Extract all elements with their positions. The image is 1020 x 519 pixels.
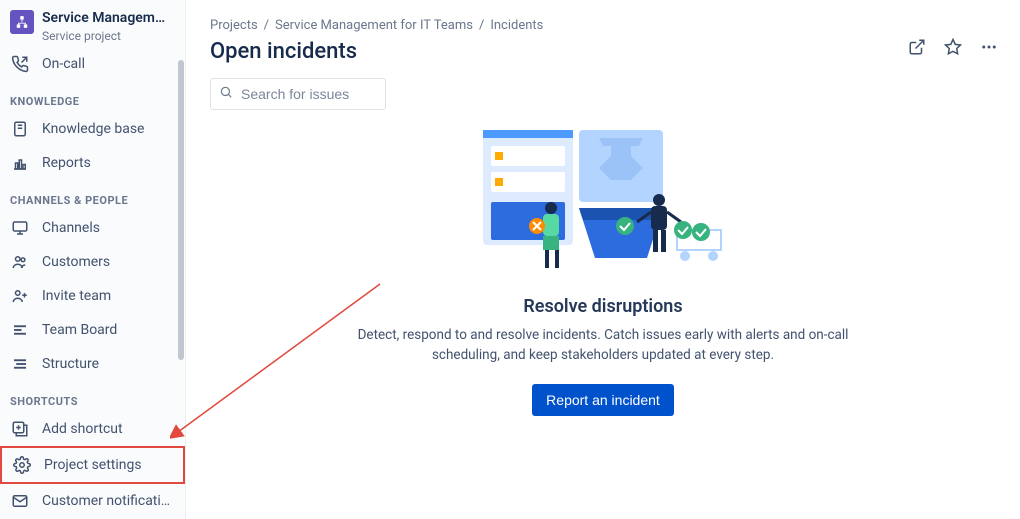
report-incident-button[interactable]: Report an incident bbox=[532, 384, 674, 416]
chart-icon bbox=[10, 153, 30, 173]
sidebar-item-label: Customers bbox=[42, 254, 110, 270]
sidebar-item-channels[interactable]: Channels bbox=[0, 211, 185, 245]
empty-state-description: Detect, respond to and resolve incidents… bbox=[343, 325, 863, 366]
sidebar-item-customer-notifications[interactable]: Customer notification … bbox=[0, 484, 185, 518]
page-title: Open incidents bbox=[210, 39, 996, 64]
sidebar-item-knowledge-base[interactable]: Knowledge base bbox=[0, 112, 185, 146]
search-input[interactable] bbox=[241, 86, 377, 102]
sidebar: Service Management fo… Service project O… bbox=[0, 0, 186, 519]
sidebar-item-customers[interactable]: Customers bbox=[0, 245, 185, 279]
sidebar-item-on-call[interactable]: On-call bbox=[0, 47, 185, 81]
sidebar-item-label: Knowledge base bbox=[42, 121, 144, 137]
breadcrumb-section[interactable]: Incidents bbox=[490, 18, 543, 33]
sidebar-item-add-shortcut[interactable]: Add shortcut bbox=[0, 412, 185, 446]
star-icon[interactable] bbox=[942, 36, 964, 58]
breadcrumb-separator: / bbox=[479, 18, 484, 33]
users-icon bbox=[10, 252, 30, 272]
project-title: Service Management fo… bbox=[42, 10, 172, 27]
main-content: Projects / Service Management for IT Tea… bbox=[186, 0, 1020, 519]
project-subtitle: Service project bbox=[42, 29, 172, 43]
breadcrumb-project-name[interactable]: Service Management for IT Teams bbox=[275, 18, 473, 33]
empty-state-illustration bbox=[479, 130, 727, 280]
breadcrumb-separator: / bbox=[264, 18, 269, 33]
sidebar-item-label: Structure bbox=[42, 356, 99, 372]
sidebar-scrollbar[interactable] bbox=[177, 0, 185, 519]
empty-state-title: Resolve disruptions bbox=[343, 296, 863, 317]
sidebar-item-project-settings[interactable]: Project settings bbox=[0, 446, 185, 484]
phone-icon bbox=[10, 54, 30, 74]
breadcrumb: Projects / Service Management for IT Tea… bbox=[210, 18, 996, 33]
section-heading-knowledge: KNOWLEDGE bbox=[0, 81, 185, 112]
page-actions bbox=[906, 36, 1000, 58]
sidebar-item-label: On-call bbox=[42, 56, 85, 72]
section-heading-channels: CHANNELS & PEOPLE bbox=[0, 180, 185, 211]
sidebar-item-label: Add shortcut bbox=[42, 421, 123, 437]
breadcrumb-projects[interactable]: Projects bbox=[210, 18, 258, 33]
sidebar-item-label: Project settings bbox=[44, 457, 142, 473]
board-icon bbox=[10, 320, 30, 340]
search-box[interactable] bbox=[210, 78, 386, 110]
mail-icon bbox=[10, 491, 30, 511]
sidebar-item-label: Team Board bbox=[42, 322, 117, 338]
sidebar-item-structure[interactable]: Structure bbox=[0, 347, 185, 381]
section-heading-shortcuts: SHORTCUTS bbox=[0, 381, 185, 412]
sidebar-item-label: Customer notification … bbox=[42, 493, 175, 509]
monitor-icon bbox=[10, 218, 30, 238]
empty-state: Resolve disruptions Detect, respond to a… bbox=[343, 130, 863, 416]
sidebar-item-team-board[interactable]: Team Board bbox=[0, 313, 185, 347]
sidebar-item-reports[interactable]: Reports bbox=[0, 146, 185, 180]
sidebar-item-label: Invite team bbox=[42, 288, 111, 304]
gear-icon bbox=[12, 455, 32, 475]
sidebar-item-label: Channels bbox=[42, 220, 100, 236]
project-logo-icon bbox=[10, 10, 34, 34]
book-icon bbox=[10, 119, 30, 139]
search-icon bbox=[219, 85, 233, 103]
scrollbar-thumb[interactable] bbox=[178, 60, 184, 360]
sidebar-item-invite-team[interactable]: Invite team bbox=[0, 279, 185, 313]
more-icon[interactable] bbox=[978, 36, 1000, 58]
add-shortcut-icon bbox=[10, 419, 30, 439]
open-external-icon[interactable] bbox=[906, 36, 928, 58]
project-header[interactable]: Service Management fo… Service project bbox=[0, 0, 185, 47]
sidebar-item-label: Reports bbox=[42, 155, 91, 171]
structure-icon bbox=[10, 354, 30, 374]
user-plus-icon bbox=[10, 286, 30, 306]
